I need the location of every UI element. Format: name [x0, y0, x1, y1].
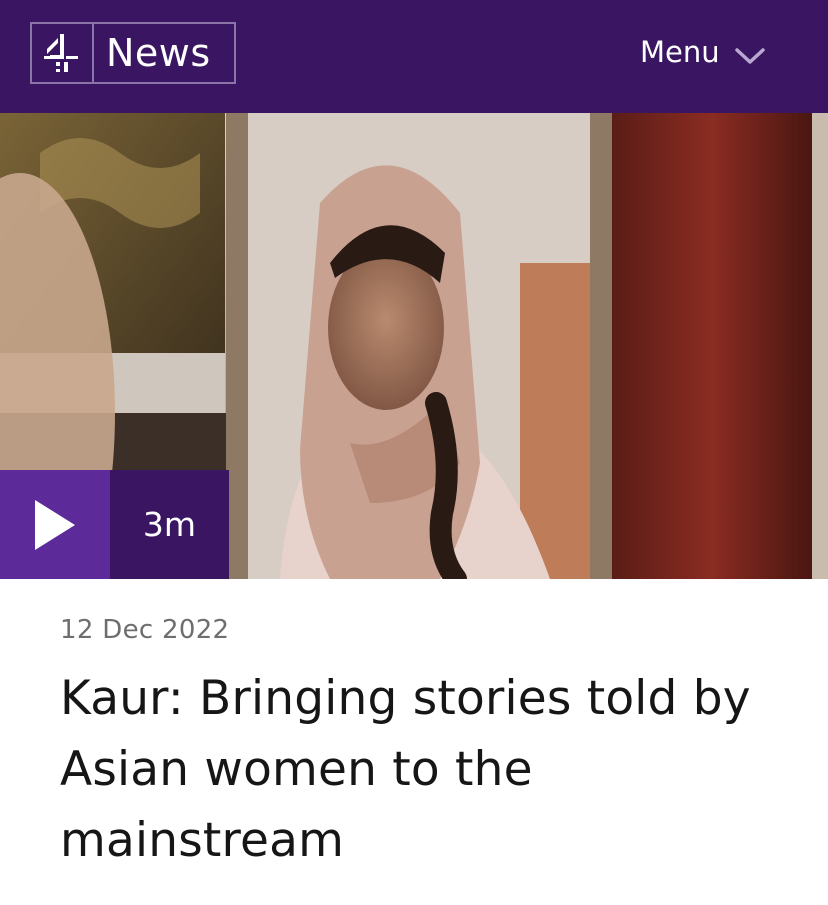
video-duration: 3m — [110, 470, 229, 579]
logo-wordmark: News — [106, 31, 211, 75]
menu-button[interactable]: Menu — [640, 30, 766, 74]
channel-4-logo-icon — [32, 24, 94, 82]
article-summary: 12 Dec 2022 Kaur: Bringing stories told … — [0, 615, 828, 876]
site-header: News Menu — [0, 0, 828, 113]
video-thumbnail[interactable]: 3m — [0, 113, 828, 579]
article-date: 12 Dec 2022 — [60, 615, 230, 645]
channel4-news-logo[interactable]: News — [30, 22, 236, 84]
play-icon — [35, 499, 75, 550]
play-button[interactable] — [0, 470, 110, 579]
article-headline[interactable]: Kaur: Bringing stories told by Asian wom… — [60, 663, 768, 876]
chevron-down-icon — [734, 46, 766, 66]
menu-label: Menu — [640, 35, 720, 69]
